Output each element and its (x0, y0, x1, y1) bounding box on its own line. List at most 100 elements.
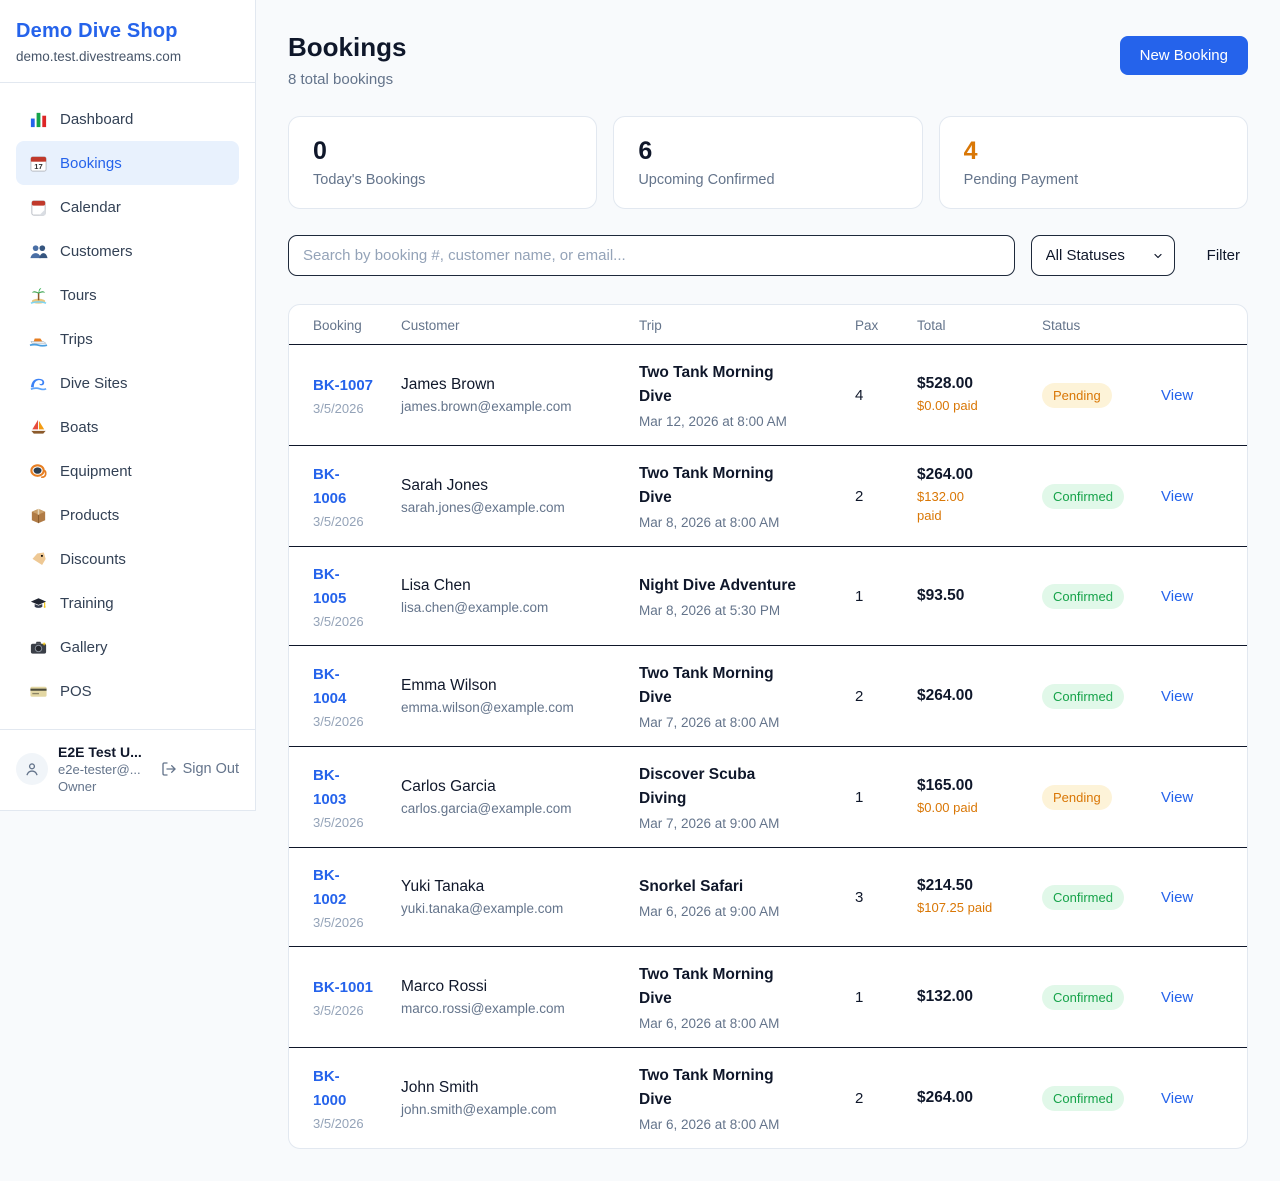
table-header-row: BookingCustomerTripPaxTotalStatus (289, 305, 1247, 345)
search-input[interactable] (288, 235, 1015, 276)
pax-count: 1 (855, 789, 863, 806)
trip-name: Night Dive Adventure (639, 574, 845, 598)
view-link[interactable]: View (1161, 789, 1193, 806)
customer-name: Emma Wilson (401, 677, 629, 695)
table-row: BK- 1006 3/5/2026 Sarah Jones sarah.jone… (289, 446, 1247, 547)
booking-date: 3/5/2026 (313, 401, 391, 416)
table-row: BK-1007 3/5/2026 James Brown james.brown… (289, 345, 1247, 446)
total-amount: $528.00 (917, 375, 1032, 393)
brand-name: Demo Dive Shop (16, 20, 239, 43)
booking-id-link[interactable]: BK-1001 (313, 976, 373, 1000)
booking-date: 3/5/2026 (313, 1116, 391, 1131)
pax-count: 4 (855, 387, 863, 404)
sidebar-item-equipment[interactable]: Equipment (16, 449, 239, 493)
customer-email: emma.wilson@example.com (401, 700, 629, 715)
sidebar-item-dashboard[interactable]: Dashboard (16, 97, 239, 141)
sidebar-item-label: Products (60, 507, 119, 524)
user-name: E2E Test U... (58, 744, 151, 760)
view-link[interactable]: View (1161, 1090, 1193, 1107)
sidebar-item-dive-sites[interactable]: Dive Sites (16, 361, 239, 405)
column-header-actions (1161, 305, 1247, 345)
total-amount: $165.00 (917, 777, 1032, 795)
trip-datetime: Mar 6, 2026 at 8:00 AM (639, 1016, 845, 1031)
table-row: BK- 1005 3/5/2026 Lisa Chen lisa.chen@ex… (289, 547, 1247, 646)
table-row: BK-1001 3/5/2026 Marco Rossi marco.rossi… (289, 947, 1247, 1048)
total-amount: $214.50 (917, 877, 1032, 895)
bookings-count: 8 total bookings (288, 71, 406, 88)
sidebar-item-tours[interactable]: Tours (16, 273, 239, 317)
trip-name: Two Tank Morning Dive (639, 662, 845, 710)
sidebar-item-trips[interactable]: Trips (16, 317, 239, 361)
view-link[interactable]: View (1161, 387, 1193, 404)
customer-name: Yuki Tanaka (401, 878, 629, 896)
new-booking-button[interactable]: New Booking (1120, 36, 1248, 75)
column-header-booking: Booking (289, 305, 401, 345)
sign-out-button[interactable]: Sign Out (161, 761, 239, 777)
sidebar-item-bookings[interactable]: 17Bookings (16, 141, 239, 185)
customer-name: Lisa Chen (401, 577, 629, 595)
sidebar-item-pos[interactable]: POS (16, 669, 239, 713)
pax-count: 2 (855, 488, 863, 505)
filter-row: All Statuses Filter (288, 235, 1248, 276)
total-amount: $264.00 (917, 466, 1032, 484)
customer-name: John Smith (401, 1079, 629, 1097)
pax-count: 2 (855, 1090, 863, 1107)
svg-text:17: 17 (34, 162, 42, 171)
pax-count: 1 (855, 989, 863, 1006)
sidebar-item-customers[interactable]: Customers (16, 229, 239, 273)
booking-date: 3/5/2026 (313, 714, 391, 729)
brand-domain: demo.test.divestreams.com (16, 49, 239, 64)
filter-button[interactable]: Filter (1191, 247, 1248, 264)
trip-name: Two Tank Morning Dive (639, 462, 845, 510)
calendar-icon: 17 (28, 153, 48, 173)
sidebar-item-discounts[interactable]: Discounts (16, 537, 239, 581)
trip-datetime: Mar 6, 2026 at 9:00 AM (639, 904, 845, 919)
booking-id-link[interactable]: BK-1007 (313, 374, 373, 398)
booking-id-link[interactable]: BK- 1004 (313, 663, 346, 711)
customer-email: lisa.chen@example.com (401, 600, 629, 615)
paid-amount: $107.25 paid (917, 899, 1032, 918)
sidebar-item-label: Calendar (60, 199, 121, 216)
status-badge: Pending (1042, 383, 1112, 408)
booking-id-link[interactable]: BK- 1003 (313, 764, 346, 812)
user-section: E2E Test U... e2e-tester@... Owner Sign … (0, 729, 255, 810)
view-link[interactable]: View (1161, 688, 1193, 705)
sidebar-item-label: Dashboard (60, 111, 133, 128)
sidebar-item-training[interactable]: Training (16, 581, 239, 625)
status-filter-select[interactable]: All Statuses (1031, 235, 1175, 276)
trip-name: Two Tank Morning Dive (639, 963, 845, 1011)
booking-id-link[interactable]: BK- 1006 (313, 463, 346, 511)
stat-value: 0 (313, 137, 572, 166)
logout-icon (161, 761, 177, 777)
pax-count: 1 (855, 588, 863, 605)
paid-amount: $0.00 paid (917, 799, 1032, 818)
view-link[interactable]: View (1161, 889, 1193, 906)
sidebar-item-calendar[interactable]: Calendar (16, 185, 239, 229)
status-badge: Pending (1042, 785, 1112, 810)
booking-id-link[interactable]: BK- 1002 (313, 864, 346, 912)
view-link[interactable]: View (1161, 588, 1193, 605)
page-header: Bookings 8 total bookings New Booking (288, 32, 1248, 88)
column-header-pax: Pax (855, 305, 917, 345)
sidebar-item-boats[interactable]: Boats (16, 405, 239, 449)
sidebar-item-label: Equipment (60, 463, 132, 480)
sidebar-item-gallery[interactable]: Gallery (16, 625, 239, 669)
graduation-cap-icon (28, 593, 48, 613)
person-icon (23, 760, 41, 778)
sign-out-label: Sign Out (183, 761, 239, 777)
sidebar-item-label: Tours (60, 287, 97, 304)
view-link[interactable]: View (1161, 488, 1193, 505)
total-amount: $264.00 (917, 687, 1032, 705)
sidebar-item-products[interactable]: Products (16, 493, 239, 537)
dive-mask-icon (28, 461, 48, 481)
paid-amount: $0.00 paid (917, 397, 1032, 416)
table-row: BK- 1002 3/5/2026 Yuki Tanaka yuki.tanak… (289, 848, 1247, 947)
booking-date: 3/5/2026 (313, 614, 391, 629)
sidebar: Demo Dive Shop demo.test.divestreams.com… (0, 0, 256, 811)
brand: Demo Dive Shop demo.test.divestreams.com (0, 0, 255, 83)
customer-email: yuki.tanaka@example.com (401, 901, 629, 916)
booking-id-link[interactable]: BK- 1000 (313, 1065, 346, 1113)
view-link[interactable]: View (1161, 989, 1193, 1006)
booking-id-link[interactable]: BK- 1005 (313, 563, 346, 611)
trip-name: Two Tank Morning Dive (639, 1064, 845, 1112)
